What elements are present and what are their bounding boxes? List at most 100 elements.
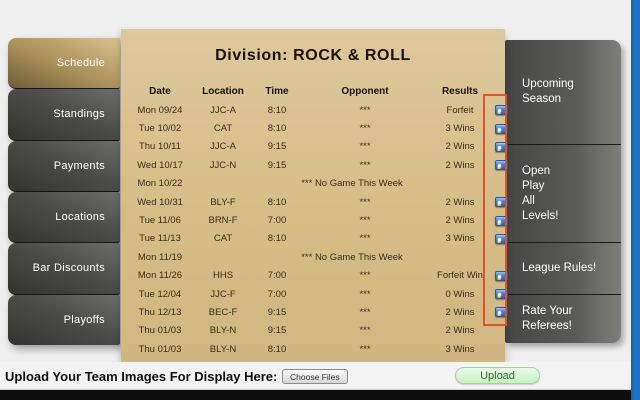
cell-opponent: *** [303,270,427,281]
app-window: Schedule Standings Payments Locations Bar Di… [0,0,640,400]
table-row: Tue 10/02CAT8:10***3 Wins [125,119,505,137]
upload-bar: Upload Your Team Images For Display Here… [0,362,631,388]
result-image-icon[interactable] [495,197,508,207]
cell-date: Thu 10/11 [125,141,195,152]
cell-time: 8:10 [251,233,303,244]
cell-time: 9:15 [251,307,303,318]
cell-date: Tue 10/02 [125,123,195,134]
cell-results: 2 Wins [427,215,493,226]
cell-icon [493,142,509,152]
result-image-icon[interactable] [495,234,508,244]
cell-no-game-note: *** No Game This Week [195,178,509,189]
cell-opponent: *** [303,233,427,244]
upload-button[interactable]: Upload [455,367,540,384]
column-header-opponent: Opponent [303,86,427,97]
table-row: Thu 01/03BLY-N8:10***3 Wins [125,340,505,358]
sidebar-nav: Schedule Standings Payments Locations Bar Di… [8,38,120,345]
window-edge [631,0,640,400]
result-image-icon[interactable] [495,289,508,299]
result-image-icon[interactable] [495,216,508,226]
result-image-icon[interactable] [495,105,508,115]
sidebar-item-schedule[interactable]: Schedule [8,38,120,89]
sidebar-item-standings[interactable]: Standings [8,89,120,140]
bottom-bar [0,389,631,400]
schedule-table-body: Mon 09/24JJC-A8:10***ForfeitTue 10/02CAT… [125,101,505,358]
column-header-results: Results [427,86,493,97]
table-row: Wed 10/17JJC-N9:15***2 Wins [125,156,505,174]
sidebar-item-bar-discounts-label: Bar Discounts [33,262,105,274]
sidebar-item-locations[interactable]: Locations [8,192,120,243]
cell-location: BRN-F [195,215,251,226]
cell-icon [493,124,509,134]
sidebar-item-playoffs[interactable]: Playoffs [8,295,120,345]
cell-icon [493,289,509,299]
table-row: Thu 10/11JJC-A9:15***2 Wins [125,138,505,156]
cell-opponent: *** [303,325,427,336]
cell-time: 9:15 [251,141,303,152]
cell-date: Tue 11/13 [125,233,195,244]
cell-time: 8:10 [251,344,303,355]
sidebar-item-locations-label: Locations [55,211,105,223]
cell-opponent: *** [303,160,427,171]
schedule-panel: Division: ROCK & ROLL DateLocationTimeOp… [121,29,505,362]
sidebar-item-payments[interactable]: Payments [8,141,120,192]
cell-icon [493,197,509,207]
result-image-icon[interactable] [495,160,508,170]
cell-location: JJC-A [195,105,251,116]
table-row: Tue 12/04JJC-F7:00***0 Wins [125,285,505,303]
cell-icon [493,307,509,317]
cell-opponent: *** [303,105,427,116]
cell-time: 7:00 [251,215,303,226]
cell-location: CAT [195,123,251,134]
cell-date: Mon 11/26 [125,270,195,281]
result-image-icon[interactable] [495,307,508,317]
table-row: Mon 10/22*** No Game This Week [125,175,505,193]
cell-results: 3 Wins [427,123,493,134]
choose-files-button[interactable]: Choose Files [282,369,348,384]
cell-no-game-note: *** No Game This Week [195,252,509,263]
cell-time: 7:00 [251,270,303,281]
sidebar-item-playoffs-label: Playoffs [64,314,105,326]
right-panel-item-open-label: Open Play All Levels! [522,164,558,224]
cell-location: JJC-A [195,141,251,152]
cell-results: 3 Wins [427,344,493,355]
right-panel-item-league-rules[interactable]: League Rules! [505,243,621,295]
sidebar-item-payments-label: Payments [54,160,105,172]
cell-icon [493,216,509,226]
cell-opponent: *** [303,307,427,318]
result-image-icon[interactable] [495,124,508,134]
table-row: Mon 09/24JJC-A8:10***Forfeit [125,101,505,119]
cell-time: 8:10 [251,105,303,116]
cell-icon [493,271,509,281]
cell-time: 9:15 [251,325,303,336]
table-row: Mon 11/26HHS7:00***Forfeit Win [125,267,505,285]
cell-results: 2 Wins [427,325,493,336]
result-image-icon[interactable] [495,142,508,152]
right-panel-item-open[interactable]: Open Play All Levels! [505,145,621,243]
right-panel-item-rate-your[interactable]: Rate Your Referees! [505,295,621,343]
sidebar-item-bar-discounts[interactable]: Bar Discounts [8,243,120,294]
cell-date: Thu 01/03 [125,325,195,336]
cell-location: JJC-F [195,289,251,300]
cell-date: Thu 12/13 [125,307,195,318]
cell-results: 2 Wins [427,141,493,152]
sidebar-item-schedule-label: Schedule [57,57,105,69]
cell-results: 2 Wins [427,307,493,318]
cell-date: Tue 12/04 [125,289,195,300]
cell-location: BEC-F [195,307,251,318]
result-image-icon[interactable] [495,271,508,281]
cell-results: 3 Wins [427,233,493,244]
table-row: Thu 01/03BLY-N9:15***2 Wins [125,322,505,340]
cell-date: Mon 11/19 [125,252,195,263]
right-panel-item-upcoming[interactable]: Upcoming Season [505,40,621,145]
cell-location: BLY-N [195,344,251,355]
cell-location: CAT [195,233,251,244]
cell-time: 8:10 [251,123,303,134]
cell-date: Mon 10/22 [125,178,195,189]
cell-opponent: *** [303,197,427,208]
cell-opponent: *** [303,344,427,355]
cell-location: HHS [195,270,251,281]
cell-results: 2 Wins [427,197,493,208]
cell-results: Forfeit [427,105,493,116]
cell-date: Wed 10/31 [125,197,195,208]
